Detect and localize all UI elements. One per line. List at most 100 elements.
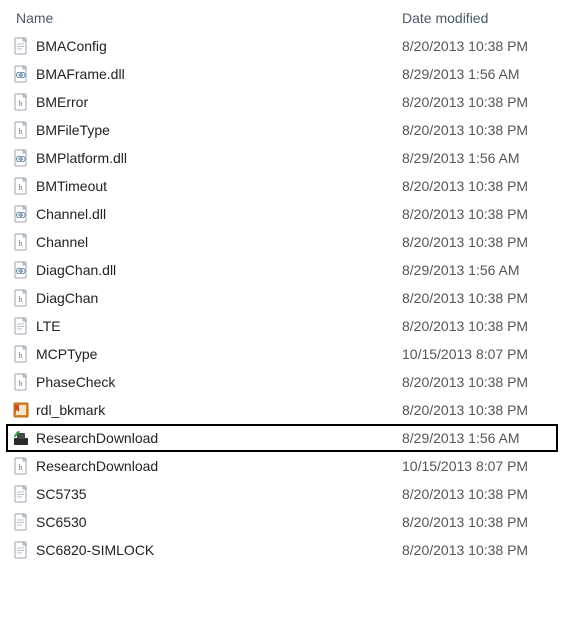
file-date-cell: 8/20/2013 10:38 PM [402,374,552,390]
file-date-cell: 10/15/2013 8:07 PM [402,346,552,362]
file-name-label: DiagChan [36,290,98,306]
file-row[interactable]: BMFileType 8/20/2013 10:38 PM [12,116,552,144]
file-row[interactable]: ResearchDownload 8/29/2013 1:56 AM [6,424,558,452]
file-name-label: BMError [36,94,88,110]
header-file-icon [12,373,30,391]
file-row[interactable]: BMTimeout 8/20/2013 10:38 PM [12,172,552,200]
header-file-icon [12,121,30,139]
file-date-cell: 8/20/2013 10:38 PM [402,486,552,502]
file-name-label: Channel.dll [36,206,106,222]
file-rows-container: BMAConfig 8/20/2013 10:38 PM BMAFrame.dll 8… [12,32,552,564]
file-name-cell: BMFileType [12,121,402,139]
file-date-cell: 10/15/2013 8:07 PM [402,458,552,474]
file-name-label: DiagChan.dll [36,262,116,278]
file-date-cell: 8/29/2013 1:56 AM [402,66,552,82]
header-file-icon [12,177,30,195]
file-date-cell: 8/20/2013 10:38 PM [402,318,552,334]
file-row[interactable]: SC5735 8/20/2013 10:38 PM [12,480,552,508]
dll-file-icon [12,65,30,83]
file-date-cell: 8/20/2013 10:38 PM [402,290,552,306]
file-row[interactable]: rdl_bkmark 8/20/2013 10:38 PM [12,396,552,424]
file-row[interactable]: DiagChan.dll 8/29/2013 1:56 AM [12,256,552,284]
file-row[interactable]: SC6530 8/20/2013 10:38 PM [12,508,552,536]
file-date-cell: 8/20/2013 10:38 PM [402,178,552,194]
file-date-cell: 8/20/2013 10:38 PM [402,542,552,558]
file-row[interactable]: ResearchDownload 10/15/2013 8:07 PM [12,452,552,480]
header-file-icon [12,345,30,363]
file-name-label: Channel [36,234,88,250]
dll-file-icon [12,149,30,167]
text-file-icon [12,541,30,559]
file-name-label: LTE [36,318,61,334]
file-date-cell: 8/20/2013 10:38 PM [402,206,552,222]
file-name-cell: MCPType [12,345,402,363]
file-date-cell: 8/20/2013 10:38 PM [402,402,552,418]
bookmark-file-icon [12,401,30,419]
file-row[interactable]: SC6820-SIMLOCK 8/20/2013 10:38 PM [12,536,552,564]
file-name-cell: ResearchDownload [12,457,402,475]
file-row[interactable]: Channel 8/20/2013 10:38 PM [12,228,552,256]
file-name-cell: BMAConfig [12,37,402,55]
file-name-label: BMPlatform.dll [36,150,127,166]
file-name-cell: PhaseCheck [12,373,402,391]
file-date-cell: 8/20/2013 10:38 PM [402,38,552,54]
file-row[interactable]: BMError 8/20/2013 10:38 PM [12,88,552,116]
file-name-label: BMAFrame.dll [36,66,125,82]
file-name-cell: BMTimeout [12,177,402,195]
dll-file-icon [12,261,30,279]
file-date-cell: 8/20/2013 10:38 PM [402,514,552,530]
file-name-label: SC6530 [36,514,87,530]
header-file-icon [12,93,30,111]
dll-file-icon [12,205,30,223]
file-name-cell: SC6530 [12,513,402,531]
file-date-cell: 8/29/2013 1:56 AM [402,430,552,446]
column-header-date[interactable]: Date modified [402,10,552,26]
file-name-label: rdl_bkmark [36,402,105,418]
text-file-icon [12,317,30,335]
file-list: Name Date modified BMAConfig 8/20/2013 10… [0,0,564,570]
file-name-label: PhaseCheck [36,374,115,390]
file-row[interactable]: BMAConfig 8/20/2013 10:38 PM [12,32,552,60]
file-row[interactable]: MCPType 10/15/2013 8:07 PM [12,340,552,368]
file-date-cell: 8/29/2013 1:56 AM [402,150,552,166]
file-name-cell: SC5735 [12,485,402,503]
exe-file-icon [12,429,30,447]
header-file-icon [12,457,30,475]
header-file-icon [12,289,30,307]
file-name-cell: LTE [12,317,402,335]
file-name-cell: Channel [12,233,402,251]
file-name-cell: BMError [12,93,402,111]
text-file-icon [12,513,30,531]
file-name-cell: DiagChan.dll [12,261,402,279]
file-name-cell: ResearchDownload [12,429,402,447]
file-name-label: SC6820-SIMLOCK [36,542,154,558]
file-name-label: ResearchDownload [36,430,158,446]
file-row[interactable]: BMPlatform.dll 8/29/2013 1:56 AM [12,144,552,172]
text-file-icon [12,37,30,55]
file-row[interactable]: LTE 8/20/2013 10:38 PM [12,312,552,340]
file-date-cell: 8/29/2013 1:56 AM [402,262,552,278]
file-row[interactable]: DiagChan 8/20/2013 10:38 PM [12,284,552,312]
file-name-label: MCPType [36,346,97,362]
file-name-label: BMTimeout [36,178,107,194]
file-name-label: ResearchDownload [36,458,158,474]
file-date-cell: 8/20/2013 10:38 PM [402,122,552,138]
file-name-cell: BMAFrame.dll [12,65,402,83]
file-name-cell: rdl_bkmark [12,401,402,419]
file-name-cell: BMPlatform.dll [12,149,402,167]
file-name-cell: Channel.dll [12,205,402,223]
file-row[interactable]: Channel.dll 8/20/2013 10:38 PM [12,200,552,228]
file-name-label: BMAConfig [36,38,107,54]
file-date-cell: 8/20/2013 10:38 PM [402,234,552,250]
column-header-name[interactable]: Name [12,10,402,26]
file-name-cell: DiagChan [12,289,402,307]
file-name-cell: SC6820-SIMLOCK [12,541,402,559]
file-name-label: BMFileType [36,122,110,138]
file-row[interactable]: BMAFrame.dll 8/29/2013 1:56 AM [12,60,552,88]
header-file-icon [12,233,30,251]
column-header-row: Name Date modified [12,6,552,32]
file-date-cell: 8/20/2013 10:38 PM [402,94,552,110]
text-file-icon [12,485,30,503]
file-name-label: SC5735 [36,486,87,502]
file-row[interactable]: PhaseCheck 8/20/2013 10:38 PM [12,368,552,396]
